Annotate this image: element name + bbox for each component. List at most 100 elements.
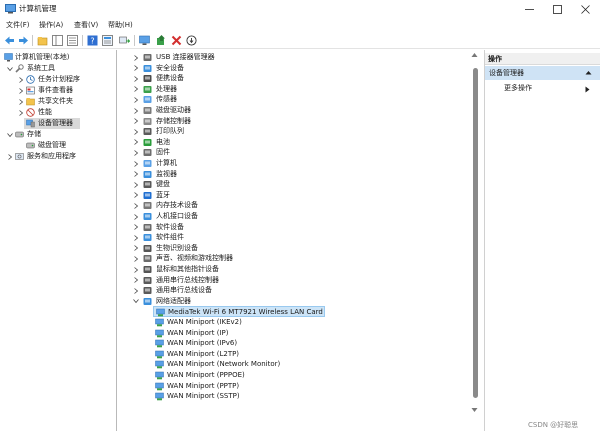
chevron-right-icon[interactable] bbox=[132, 169, 140, 180]
chevron-right-icon[interactable] bbox=[132, 147, 140, 158]
chevron-down-icon[interactable] bbox=[6, 129, 14, 140]
export-list-button[interactable] bbox=[66, 34, 79, 47]
back-button[interactable] bbox=[3, 34, 16, 47]
menu-action[interactable]: 操作(A) bbox=[39, 19, 63, 32]
chevron-right-icon[interactable] bbox=[132, 190, 140, 201]
chevron-right-icon[interactable] bbox=[132, 211, 140, 222]
device-category-item[interactable]: 人机接口设备 bbox=[119, 211, 459, 222]
device-category-item[interactable]: 便携设备 bbox=[119, 73, 459, 84]
chevron-right-icon[interactable] bbox=[132, 94, 140, 105]
network-adapter-item[interactable]: WAN Miniport (Network Monitor) bbox=[153, 359, 403, 370]
chevron-right-icon[interactable] bbox=[132, 243, 140, 254]
more-actions-link[interactable]: 更多操作 bbox=[504, 83, 532, 94]
chevron-right-icon[interactable] bbox=[132, 232, 140, 243]
device-category-item[interactable]: 生物识别设备 bbox=[119, 243, 459, 254]
chevron-right-icon[interactable] bbox=[132, 179, 140, 190]
network-adapter-item[interactable]: WAN Miniport (PPPOE) bbox=[153, 370, 403, 381]
chevron-right-icon[interactable] bbox=[132, 116, 140, 127]
network-adapter-item[interactable]: WAN Miniport (SSTP) bbox=[153, 391, 403, 402]
scan-hardware-button[interactable] bbox=[118, 34, 131, 47]
scroll-up-icon[interactable] bbox=[471, 52, 478, 58]
minimize-button[interactable] bbox=[515, 0, 543, 19]
maximize-button[interactable] bbox=[543, 0, 571, 19]
menu-file[interactable]: 文件(F) bbox=[6, 19, 30, 32]
chevron-right-icon[interactable] bbox=[132, 137, 140, 148]
menu-view[interactable]: 查看(V) bbox=[74, 19, 98, 32]
device-category-item[interactable]: 蓝牙 bbox=[119, 190, 459, 201]
device-category-item[interactable]: 内存技术设备 bbox=[119, 200, 459, 211]
chevron-right-icon[interactable] bbox=[132, 84, 140, 95]
device-category-item[interactable]: USB 连接器管理器 bbox=[119, 52, 459, 63]
chevron-right-icon[interactable] bbox=[17, 74, 25, 85]
chevron-right-icon[interactable] bbox=[132, 200, 140, 211]
device-category-item[interactable]: 键盘 bbox=[119, 179, 459, 190]
close-button[interactable] bbox=[571, 0, 599, 19]
chevron-right-icon[interactable] bbox=[132, 285, 140, 296]
device-category-item[interactable]: 处理器 bbox=[119, 84, 459, 95]
network-adapter-item[interactable]: WAN Miniport (IPv6) bbox=[153, 338, 403, 349]
network-adapter-item[interactable]: WAN Miniport (L2TP) bbox=[153, 349, 403, 360]
chevron-right-icon[interactable] bbox=[132, 253, 140, 264]
actions-device-manager-section[interactable]: 设备管理器 bbox=[485, 66, 600, 80]
chevron-right-icon[interactable] bbox=[132, 105, 140, 116]
network-adapter-item-selected[interactable]: MediaTek Wi-Fi 6 MT7921 Wireless LAN Car… bbox=[153, 306, 325, 318]
chevron-right-icon[interactable] bbox=[132, 63, 140, 74]
collapse-up-icon[interactable] bbox=[585, 70, 592, 75]
network-adapter-item[interactable]: WAN Miniport (IP) bbox=[153, 328, 403, 339]
chevron-down-icon[interactable] bbox=[132, 296, 140, 307]
device-category-item[interactable]: 通用串行总线控制器 bbox=[119, 275, 459, 286]
device-category-item[interactable]: 存储控制器 bbox=[119, 116, 459, 127]
chevron-right-icon[interactable] bbox=[132, 158, 140, 169]
chevron-right-icon[interactable] bbox=[17, 107, 25, 118]
help-button[interactable]: ? bbox=[86, 34, 99, 47]
chevron-right-icon[interactable] bbox=[132, 73, 140, 84]
more-actions-arrow-icon[interactable] bbox=[585, 86, 590, 93]
chevron-right-icon[interactable] bbox=[132, 52, 140, 63]
scrollbar-thumb[interactable] bbox=[473, 68, 478, 398]
device-category-item[interactable]: 软件设备 bbox=[119, 222, 459, 233]
device-category-item[interactable]: 磁盘驱动器 bbox=[119, 105, 459, 116]
scroll-down-icon[interactable] bbox=[471, 407, 478, 413]
chevron-right-icon[interactable] bbox=[132, 264, 140, 275]
device-category-item[interactable]: 固件 bbox=[119, 147, 459, 158]
chevron-right-icon[interactable] bbox=[132, 126, 140, 137]
device-category-item[interactable]: 鼠标和其他指针设备 bbox=[119, 264, 459, 275]
tree-item-device-manager[interactable]: 设备管理器 bbox=[24, 118, 80, 129]
device-category-item[interactable]: 软件组件 bbox=[119, 232, 459, 243]
tree-item-shared-folders[interactable]: 共享文件夹 bbox=[0, 96, 117, 107]
forward-button[interactable] bbox=[17, 34, 30, 47]
tree-item-system-tools[interactable]: 系统工具 bbox=[0, 63, 117, 74]
tree-item-storage[interactable]: 存储 bbox=[0, 129, 117, 140]
network-adapter-item[interactable]: WAN Miniport (IKEv2) bbox=[153, 317, 403, 328]
disable-device-button[interactable] bbox=[185, 34, 198, 47]
tree-item-event-viewer[interactable]: 事件查看器 bbox=[0, 85, 117, 96]
up-folder-button[interactable] bbox=[36, 34, 49, 47]
device-category-item[interactable]: 计算机 bbox=[119, 158, 459, 169]
monitor-button[interactable] bbox=[138, 34, 151, 47]
device-category-item[interactable]: 安全设备 bbox=[119, 63, 459, 74]
device-category-item[interactable]: 打印队列 bbox=[119, 126, 459, 137]
device-category-item[interactable]: 传感器 bbox=[119, 94, 459, 105]
device-category-item[interactable]: 电池 bbox=[119, 137, 459, 148]
chevron-right-icon[interactable] bbox=[17, 85, 25, 96]
chevron-right-icon[interactable] bbox=[17, 96, 25, 107]
uninstall-button[interactable] bbox=[170, 34, 183, 47]
update-driver-button[interactable] bbox=[155, 34, 168, 47]
device-category-item[interactable]: 通用串行总线设备 bbox=[119, 285, 459, 296]
device-category-item[interactable]: 监视器 bbox=[119, 169, 459, 180]
console-tree-button[interactable] bbox=[51, 34, 64, 47]
tree-item-task-scheduler[interactable]: 任务计划程序 bbox=[0, 74, 117, 85]
network-adapter-item[interactable]: WAN Miniport (PPTP) bbox=[153, 381, 403, 392]
device-category-item[interactable]: 网络适配器 bbox=[119, 296, 459, 307]
chevron-down-icon[interactable] bbox=[6, 63, 14, 74]
menu-help[interactable]: 帮助(H) bbox=[108, 19, 133, 32]
tree-item-performance[interactable]: 性能 bbox=[0, 107, 117, 118]
tree-item-services-and-applications[interactable]: 服务和应用程序 bbox=[0, 151, 117, 162]
properties-button[interactable] bbox=[101, 34, 114, 47]
chevron-right-icon[interactable] bbox=[6, 151, 14, 162]
device-category-item[interactable]: 声音、视频和游戏控制器 bbox=[119, 253, 459, 264]
chevron-right-icon[interactable] bbox=[132, 275, 140, 286]
tree-item-computer-management-local[interactable]: 计算机管理(本地) bbox=[0, 52, 117, 63]
tree-item-disk-management[interactable]: 磁盘管理 bbox=[0, 140, 117, 151]
chevron-right-icon[interactable] bbox=[132, 222, 140, 233]
